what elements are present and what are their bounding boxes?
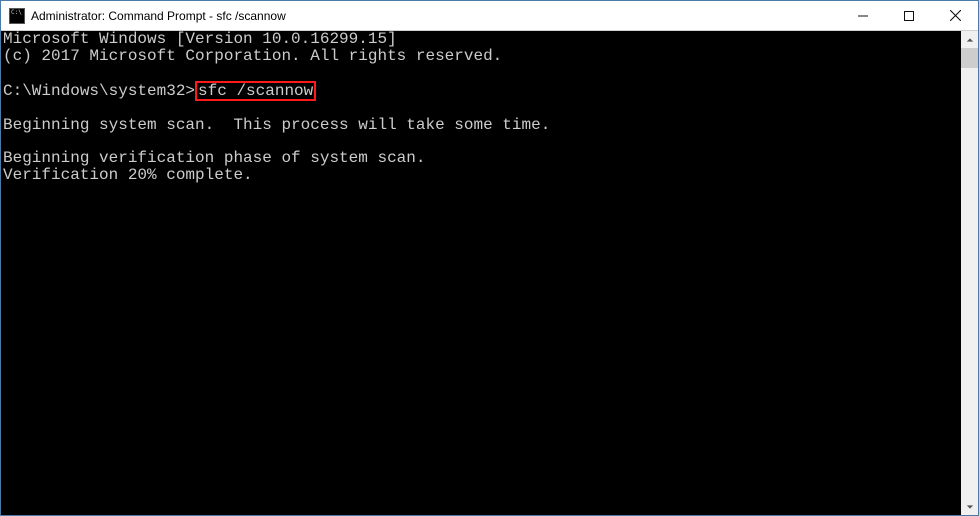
maximize-button[interactable]: [886, 1, 932, 30]
close-button[interactable]: [932, 1, 978, 30]
prompt-text: C:\Windows\system32>: [3, 82, 195, 100]
output-line: Verification 20% complete.: [3, 166, 253, 184]
window-title: Administrator: Command Prompt - sfc /sca…: [31, 9, 286, 23]
window-titlebar[interactable]: Administrator: Command Prompt - sfc /sca…: [1, 1, 978, 31]
chevron-up-icon: [966, 36, 974, 44]
scrollbar-thumb[interactable]: [961, 48, 978, 68]
scroll-up-button[interactable]: [961, 31, 978, 48]
console-area: Microsoft Windows [Version 10.0.16299.15…: [1, 31, 978, 515]
chevron-down-icon: [966, 503, 974, 511]
vertical-scrollbar[interactable]: [961, 31, 978, 515]
output-line: Microsoft Windows [Version 10.0.16299.15…: [3, 31, 397, 48]
entered-command: sfc /scannow: [195, 81, 316, 101]
minimize-icon: [858, 11, 868, 21]
scroll-down-button[interactable]: [961, 498, 978, 515]
window-controls: [840, 1, 978, 30]
console-output[interactable]: Microsoft Windows [Version 10.0.16299.15…: [1, 31, 961, 515]
minimize-button[interactable]: [840, 1, 886, 30]
output-line: Beginning system scan. This process will…: [3, 116, 550, 134]
maximize-icon: [904, 11, 914, 21]
prompt-line: C:\Windows\system32>sfc /scannow: [3, 82, 316, 100]
cmd-icon: [9, 8, 25, 24]
close-icon: [950, 10, 961, 21]
scrollbar-track[interactable]: [961, 48, 978, 498]
output-line: (c) 2017 Microsoft Corporation. All righ…: [3, 47, 502, 65]
output-line: Beginning verification phase of system s…: [3, 149, 425, 167]
